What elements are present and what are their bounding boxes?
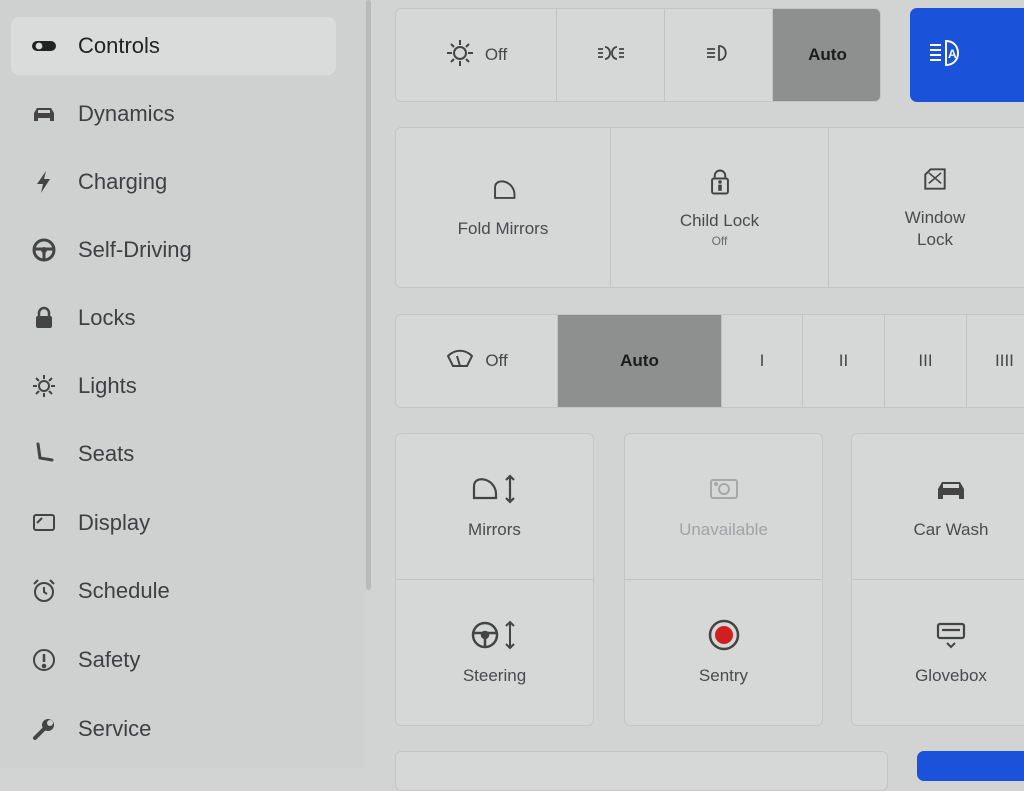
child-lock-icon	[705, 167, 735, 202]
sidebar-item-dynamics[interactable]: Dynamics	[11, 85, 336, 143]
child-lock-button[interactable]: Child Lock Off	[611, 128, 829, 287]
wipers-off-label: Off	[485, 351, 508, 370]
parking-lights-option[interactable]	[557, 9, 665, 101]
car-wash-button[interactable]: Car Wash	[852, 434, 1024, 579]
sidebar-item-label: Controls	[78, 33, 160, 58]
wiper-icon	[445, 344, 475, 379]
sidebar-item-label: Lights	[78, 373, 137, 398]
sidebar-item-seats[interactable]: Seats	[11, 425, 336, 483]
sentry-button[interactable]: Sentry	[625, 580, 822, 725]
steering-button[interactable]: Steering	[396, 580, 593, 725]
display-icon	[29, 508, 59, 538]
steering-label: Steering	[462, 666, 527, 685]
glovebox-icon	[934, 618, 968, 657]
sentry-label: Sentry	[698, 666, 749, 685]
sidebar-item-label: Seats	[78, 441, 135, 466]
auto-high-beam-button[interactable]: A	[910, 8, 1024, 102]
svg-text:A: A	[948, 47, 957, 61]
window-lock-icon	[920, 164, 950, 199]
alert-circle-icon	[29, 645, 59, 675]
wipers-selector: Off Auto I II III IIII	[395, 314, 1024, 408]
dashcam-icon	[707, 472, 741, 511]
headlights-selector: Off Auto	[395, 8, 881, 102]
lock-icon	[29, 303, 59, 333]
sidebar-item-charging[interactable]: Charging	[11, 153, 336, 211]
lights-auto-option[interactable]: Auto	[773, 9, 880, 101]
toggle-icon	[29, 31, 59, 61]
sidebar-item-label: Service	[78, 716, 152, 741]
wiper-speed-2[interactable]: II	[803, 315, 885, 407]
child-lock-label: Child Lock	[679, 211, 760, 230]
unavailable-label: Unavailable	[679, 520, 768, 539]
sidebar-item-safety[interactable]: Safety	[11, 631, 336, 689]
low-beam-option[interactable]	[665, 9, 773, 101]
bottom-blue-button[interactable]	[917, 751, 1024, 781]
steering-wheel-icon	[29, 235, 59, 265]
alarm-clock-icon	[29, 576, 59, 606]
sidebar-item-controls[interactable]: Controls	[11, 17, 336, 75]
parking-lights-icon	[596, 38, 626, 73]
fold-mirrors-button[interactable]: Fold Mirrors	[396, 128, 611, 287]
lights-off-option[interactable]: Off	[396, 9, 557, 101]
sidebar-item-label: Self-Driving	[78, 237, 192, 262]
window-lock-label: Window Lock	[905, 207, 965, 251]
sidebar-item-locks[interactable]: Locks	[11, 289, 336, 347]
bolt-icon	[29, 167, 59, 197]
car-icon	[934, 472, 968, 511]
steering-adjust-icon	[470, 618, 520, 657]
car-icon	[29, 99, 59, 129]
wiper-speed-4[interactable]: IIII	[967, 315, 1024, 407]
sidebar: Controls Dynamics Charging Self-Driving …	[0, 0, 366, 768]
sidebar-item-label: Locks	[78, 305, 136, 330]
sidebar-item-service[interactable]: Service	[11, 700, 336, 758]
glovebox-label: Glovebox	[915, 666, 987, 685]
wipers-auto-label: Auto	[620, 351, 659, 370]
lights-auto-label: Auto	[808, 45, 847, 64]
window-lock-button[interactable]: Window Lock	[829, 128, 1024, 287]
sun-icon	[445, 38, 475, 73]
unavailable-button: Unavailable	[625, 434, 822, 579]
mirrors-button[interactable]: Mirrors	[396, 434, 593, 579]
glovebox-button[interactable]: Glovebox	[852, 580, 1024, 725]
lights-off-label: Off	[484, 45, 508, 64]
car-wash-label: Car Wash	[913, 520, 989, 539]
sidebar-scrollbar[interactable]	[366, 0, 371, 590]
window-lock-label-line1: Window	[904, 208, 966, 227]
bottom-panel	[395, 751, 888, 791]
sidebar-item-schedule[interactable]: Schedule	[11, 562, 336, 620]
sun-icon	[29, 371, 59, 401]
wiper-speed-label: III	[918, 351, 933, 370]
wrench-icon	[29, 714, 59, 744]
sidebar-item-label: Safety	[78, 647, 141, 672]
sidebar-item-display[interactable]: Display	[11, 494, 336, 552]
wipers-auto-option[interactable]: Auto	[558, 315, 722, 407]
fold-mirrors-label: Fold Mirrors	[457, 219, 549, 238]
window-lock-label-line2: Lock	[917, 230, 953, 249]
mirrors-label: Mirrors	[468, 520, 521, 539]
seat-icon	[29, 439, 59, 469]
side-mirror-icon	[488, 175, 518, 210]
wiper-speed-3[interactable]: III	[885, 315, 967, 407]
sidebar-item-self-driving[interactable]: Self-Driving	[11, 221, 336, 279]
sentry-icon	[707, 618, 741, 657]
sidebar-item-lights[interactable]: Lights	[11, 357, 336, 415]
sidebar-item-label: Schedule	[78, 578, 170, 603]
wiper-speed-label: I	[759, 351, 765, 370]
quick-controls-panel: Fold Mirrors Child Lock Off Window Lock	[395, 127, 1024, 288]
mirrors-steering-card: Mirrors Steering	[395, 433, 594, 726]
sidebar-item-label: Charging	[78, 169, 168, 194]
low-beam-icon	[704, 38, 734, 73]
auto-high-beam-icon: A	[928, 36, 1022, 75]
wiper-speed-label: II	[838, 351, 849, 370]
wipers-off-option[interactable]: Off	[396, 315, 558, 407]
camera-sentry-card: Unavailable Sentry	[624, 433, 823, 726]
carwash-glovebox-card: Car Wash Glovebox	[851, 433, 1024, 726]
child-lock-status: Off	[711, 234, 728, 248]
mirror-adjust-icon	[470, 472, 520, 511]
sidebar-item-label: Dynamics	[78, 101, 175, 126]
wiper-speed-label: IIII	[995, 351, 1014, 370]
sidebar-item-label: Display	[78, 510, 151, 535]
wiper-speed-1[interactable]: I	[722, 315, 803, 407]
